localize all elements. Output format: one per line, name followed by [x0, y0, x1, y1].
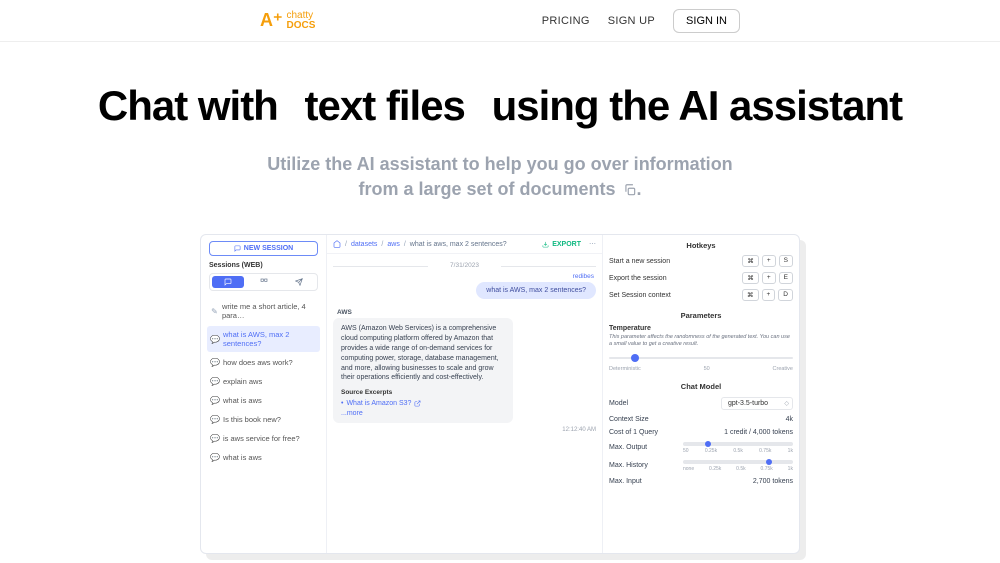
export-button[interactable]: EXPORT [542, 241, 581, 248]
source-link[interactable]: •What is Amazon S3? [341, 400, 505, 407]
hero-sub-2: from a large set of documents [358, 179, 615, 199]
breadcrumb: / datasets / aws / what is aws, max 2 se… [327, 235, 602, 254]
ai-message: AWS (Amazon Web Services) is a comprehen… [333, 318, 513, 423]
nav-pricing[interactable]: PRICING [542, 15, 590, 27]
session-item[interactable]: 💬explain aws [207, 373, 320, 390]
user-message: what is AWS, max 2 sentences? [476, 282, 596, 299]
view-segmented[interactable] [209, 273, 318, 291]
timestamp: 12:12:40 AM [333, 427, 596, 433]
chat-icon: 💬 [211, 397, 219, 405]
crumb-datasets[interactable]: datasets [351, 241, 377, 248]
logo-icon: A⁺ [260, 10, 283, 31]
maxin-label: Max. Input [609, 478, 642, 485]
maxout-slider[interactable] [683, 442, 793, 446]
maxin-value: 2,700 tokens [753, 478, 793, 485]
session-item[interactable]: 💬is aws service for free? [207, 430, 320, 447]
hotkeys-title: Hotkeys [609, 241, 793, 250]
hotkey-row: Set Session context ⌘+D [609, 289, 793, 301]
hotkey-row: Start a new session ⌘+S [609, 255, 793, 267]
chat-date: 7/31/2023 [333, 262, 596, 269]
sessions-heading: Sessions (WEB) [209, 262, 318, 269]
hero-sub-1: Utilize the AI assistant to help you go … [0, 152, 1000, 177]
temperature-slider[interactable] [609, 352, 793, 364]
ctx-label: Context Size [609, 416, 649, 423]
app-preview: NEW SESSION Sessions (WEB) ✎write me a s… [200, 234, 800, 554]
logo-docs: DOCS [287, 21, 316, 31]
session-item[interactable]: 💬what is aws [207, 392, 320, 409]
logo[interactable]: A⁺ chatty DOCS [260, 10, 315, 31]
hero-mid: text files [289, 82, 481, 130]
more-link[interactable]: ...more [341, 410, 505, 417]
chat-icon: 💬 [211, 378, 219, 386]
maxhist-label: Max. History [609, 462, 648, 469]
more-icon[interactable]: ⋯ [589, 240, 596, 248]
session-list: ✎write me a short article, 4 para… 💬what… [205, 297, 322, 467]
maxhist-slider[interactable] [683, 460, 793, 464]
chat-icon: 💬 [211, 454, 219, 462]
params-title: Parameters [609, 311, 793, 320]
ai-label: AWS [337, 309, 596, 316]
chat-icon: 💬 [211, 435, 219, 443]
crumb-current: what is aws, max 2 sentences? [410, 241, 507, 248]
logo-chatty: chatty [287, 11, 316, 21]
session-item[interactable]: ✎write me a short article, 4 para… [207, 298, 320, 324]
chat-icon: 💬 [211, 359, 219, 367]
sources-header: Source Excerpts [341, 389, 505, 396]
maxout-label: Max. Output [609, 444, 647, 451]
chat-user-label: redibes [333, 273, 594, 280]
session-item[interactable]: 💬what is AWS, max 2 sentences? [207, 326, 320, 352]
model-label: Model [609, 400, 628, 407]
session-item[interactable]: 💬what is aws [207, 449, 320, 466]
new-session-button[interactable]: NEW SESSION [209, 241, 318, 256]
ctx-value: 4k [786, 416, 793, 423]
chat-icon: ✎ [211, 307, 218, 315]
home-icon[interactable] [333, 240, 341, 248]
seg-chat[interactable] [212, 276, 244, 288]
hero-heading: Chat with text files using the AI assist… [0, 82, 1000, 130]
copy-icon [623, 177, 637, 202]
chat-icon: 💬 [211, 416, 219, 424]
session-item[interactable]: 💬Is this book new? [207, 411, 320, 428]
chatmodel-title: Chat Model [609, 382, 793, 391]
cost-value: 1 credit / 4,000 tokens [724, 429, 793, 436]
hotkey-row: Export the session ⌘+E [609, 272, 793, 284]
cost-label: Cost of 1 Query [609, 429, 658, 436]
nav-signup[interactable]: SIGN UP [608, 15, 655, 27]
session-item[interactable]: 💬how does aws work? [207, 354, 320, 371]
temperature-desc: This parameter affects the randomness of… [609, 334, 793, 347]
signin-button[interactable]: SIGN IN [673, 9, 740, 33]
seg-send[interactable] [283, 276, 315, 288]
crumb-aws[interactable]: aws [387, 241, 399, 248]
temperature-label: Temperature [609, 325, 793, 332]
seg-mid[interactable] [248, 276, 280, 288]
model-select[interactable]: gpt-3.5-turbo [721, 397, 793, 410]
chat-icon: 💬 [211, 335, 219, 343]
